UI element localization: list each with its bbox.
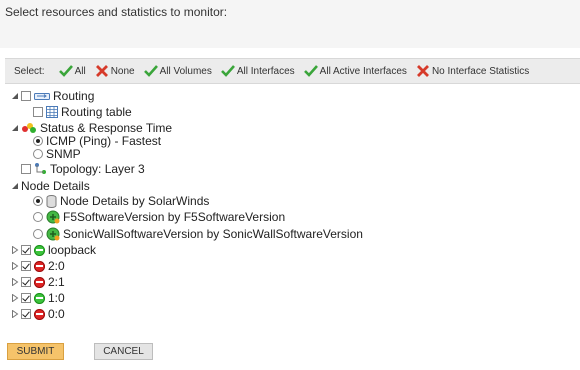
x-icon	[416, 65, 429, 77]
snmp-radio[interactable]	[33, 149, 43, 159]
tree-node-routing: Routing	[11, 88, 94, 104]
interface-label: 1:0	[48, 291, 65, 305]
interface-label: 2:0	[48, 259, 65, 273]
f5-label: F5SoftwareVersion by F5SoftwareVersion	[63, 210, 286, 224]
interface-up-icon	[34, 244, 45, 256]
topology-checkbox[interactable]	[21, 164, 31, 174]
tree-node-interface: 2:0	[11, 258, 65, 274]
routing-checkbox[interactable]	[21, 91, 31, 101]
routing-table-checkbox[interactable]	[33, 107, 43, 117]
check-icon	[303, 65, 318, 77]
collapsed-arrow-icon[interactable]	[11, 246, 19, 254]
collapsed-arrow-icon[interactable]	[11, 310, 19, 318]
interface-checkbox[interactable]	[21, 261, 31, 271]
snmp-label: SNMP	[46, 147, 81, 161]
tree-node-topology: Topology: Layer 3	[21, 161, 145, 177]
tree-node-node-details: Node Details	[11, 178, 90, 194]
interface-down-icon	[34, 260, 45, 272]
check-icon	[58, 65, 73, 77]
tree-node-interface: loopback	[11, 242, 96, 258]
interface-checkbox[interactable]	[21, 277, 31, 287]
select-toolbar: Select: All None All Volumes All Interfa…	[5, 58, 580, 84]
collapsed-arrow-icon[interactable]	[11, 278, 19, 286]
tree-node-interface: 1:0	[11, 290, 65, 306]
no-interface-statistics-label: No Interface Statistics	[431, 65, 530, 77]
select-label: Select:	[14, 65, 45, 77]
expanded-arrow-icon[interactable]	[11, 124, 19, 132]
tree-node-interface: 2:1	[11, 274, 65, 290]
check-icon	[220, 65, 235, 77]
topology-label: Topology: Layer 3	[50, 162, 145, 176]
sonicwall-radio[interactable]	[33, 229, 43, 239]
select-all-active-interfaces-label: All Active Interfaces	[319, 65, 407, 77]
tree-node-routing-table: Routing table	[33, 104, 132, 120]
database-icon	[46, 194, 57, 208]
expanded-arrow-icon[interactable]	[11, 182, 19, 190]
page-title: Select resources and statistics to monit…	[5, 5, 228, 19]
icmp-radio[interactable]	[33, 136, 43, 146]
interface-down-icon	[34, 276, 45, 288]
tree-node-interface: 0:0	[11, 306, 65, 322]
interface-checkbox[interactable]	[21, 245, 31, 255]
collapsed-arrow-icon[interactable]	[11, 262, 19, 270]
select-all-volumes-link[interactable]: All Volumes	[143, 65, 212, 77]
select-all-volumes-label: All Volumes	[159, 65, 212, 77]
tree-node-sonicwall: SonicWallSoftwareVersion by SonicWallSof…	[33, 226, 363, 242]
select-all-label: All	[74, 65, 86, 77]
interface-down-icon	[34, 308, 45, 320]
tree-node-f5: F5SoftwareVersion by F5SoftwareVersion	[33, 209, 285, 225]
no-interface-statistics-link[interactable]: No Interface Statistics	[416, 65, 529, 77]
x-icon	[95, 65, 108, 77]
poller-icon	[46, 227, 60, 241]
expanded-arrow-icon[interactable]	[11, 92, 19, 100]
select-all-link[interactable]: All	[58, 65, 86, 77]
routing-icon	[34, 93, 50, 100]
check-icon	[143, 65, 158, 77]
routing-table-label: Routing table	[61, 105, 132, 119]
node-details-label: Node Details	[21, 179, 90, 193]
solarwinds-label: Node Details by SolarWinds	[60, 194, 210, 208]
table-icon	[46, 106, 58, 118]
page-header: Select resources and statistics to monit…	[0, 0, 580, 48]
sonicwall-label: SonicWallSoftwareVersion by SonicWallSof…	[63, 227, 363, 241]
poller-icon	[46, 210, 60, 224]
solarwinds-radio[interactable]	[33, 196, 43, 206]
f5-radio[interactable]	[33, 212, 43, 222]
topology-icon	[35, 163, 46, 174]
submit-button[interactable]: SUBMIT	[7, 343, 64, 360]
select-all-interfaces-link[interactable]: All Interfaces	[220, 65, 295, 77]
tree-node-snmp: SNMP	[33, 146, 81, 162]
interface-up-icon	[34, 292, 45, 304]
interface-checkbox[interactable]	[21, 309, 31, 319]
interface-label: 2:1	[48, 275, 65, 289]
interface-checkbox[interactable]	[21, 293, 31, 303]
select-all-active-interfaces-link[interactable]: All Active Interfaces	[303, 65, 407, 77]
select-none-label: None	[110, 65, 135, 77]
routing-label: Routing	[53, 89, 95, 103]
interface-label: loopback	[48, 243, 97, 257]
cancel-button[interactable]: CANCEL	[94, 343, 153, 360]
tree-node-solarwinds: Node Details by SolarWinds	[33, 193, 209, 209]
select-none-link[interactable]: None	[95, 65, 135, 77]
collapsed-arrow-icon[interactable]	[11, 294, 19, 302]
select-all-interfaces-label: All Interfaces	[236, 65, 295, 77]
interface-label: 0:0	[48, 307, 65, 321]
